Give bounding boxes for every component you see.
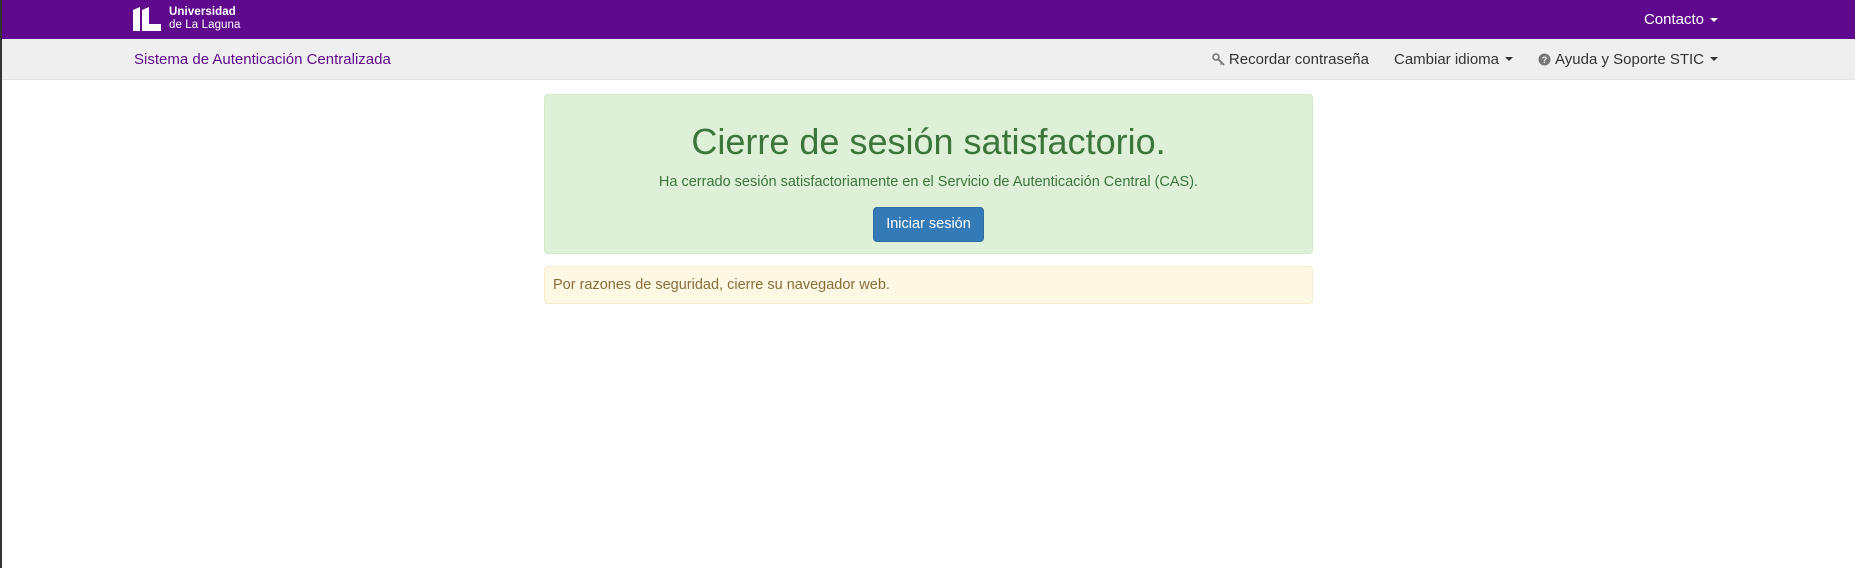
logout-success-alert: Cierre de sesión satisfactorio. Ha cerra… <box>544 94 1313 254</box>
nav-item-label: Recordar contraseña <box>1228 50 1369 68</box>
navbar: Sistema de Autenticación Centralizada Re… <box>0 39 1855 80</box>
security-warning-alert: Por razones de seguridad, cierre su nave… <box>544 266 1313 304</box>
logo-line-2: de La Laguna <box>169 19 241 31</box>
university-name: Universidad de La Laguna <box>169 6 241 32</box>
question-circle-icon: ? <box>1538 53 1551 65</box>
navbar-brand[interactable]: Sistema de Autenticación Centralizada <box>134 39 391 79</box>
navbar-right-menu: Recordar contraseña Cambiar idioma ? Ayu… <box>1212 39 1718 79</box>
window-edge <box>0 0 2 568</box>
logo-line-1: Universidad <box>169 6 236 18</box>
contact-label: Contacto <box>1643 11 1704 28</box>
nav-item-cambiar-idioma[interactable]: Cambiar idioma <box>1393 50 1514 68</box>
nav-item-label: Ayuda y Soporte STIC <box>1555 50 1704 68</box>
caret-down-icon <box>1710 57 1718 61</box>
top-header-bar: Universidad de La Laguna Contacto <box>0 0 1855 39</box>
nav-item-label: Cambiar idioma <box>1393 50 1500 68</box>
contact-dropdown[interactable]: Contacto <box>1644 0 1718 39</box>
nav-item-recordar-contrasena[interactable]: Recordar contraseña <box>1212 51 1369 68</box>
logout-success-message: Ha cerrado sesión satisfactoriamente en … <box>658 174 1199 190</box>
university-logo[interactable]: Universidad de La Laguna <box>133 6 241 32</box>
security-warning-text: Por razones de seguridad, cierre su nave… <box>553 277 890 293</box>
nav-item-ayuda-soporte[interactable]: ? Ayuda y Soporte STIC <box>1538 51 1718 68</box>
caret-down-icon <box>1710 17 1718 22</box>
login-button[interactable]: Iniciar sesión <box>873 207 984 242</box>
key-icon <box>1212 52 1225 66</box>
ull-logo-icon <box>133 7 161 31</box>
svg-text:?: ? <box>1542 55 1548 65</box>
caret-down-icon <box>1505 57 1514 61</box>
logout-success-title: Cierre de sesión satisfactorio. <box>691 121 1166 162</box>
